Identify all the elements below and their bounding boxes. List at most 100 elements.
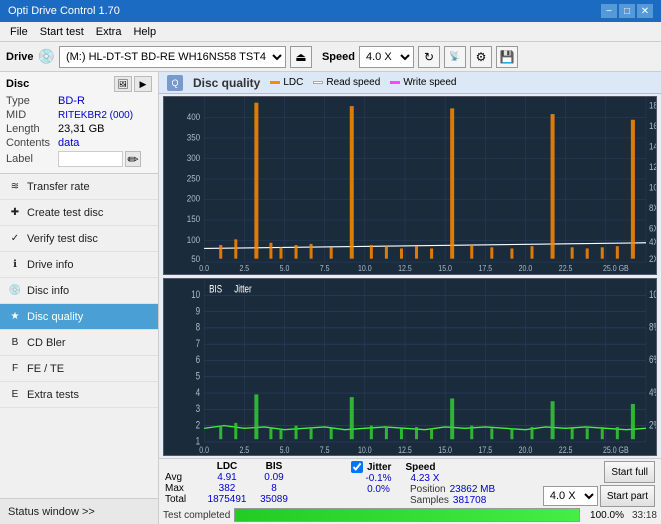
progress-text: 100.0% xyxy=(584,510,624,521)
svg-text:2.5: 2.5 xyxy=(239,443,249,454)
jitter-checkbox[interactable] xyxy=(351,461,363,473)
cd-bler-icon: B xyxy=(8,336,22,350)
menu-extra[interactable]: Extra xyxy=(90,24,128,40)
stats-speed-select[interactable]: 4.0 X xyxy=(543,486,598,506)
speed-col-header: Speed xyxy=(405,462,435,473)
svg-text:22.5: 22.5 xyxy=(559,443,573,454)
chart-title: Disc quality xyxy=(193,76,260,90)
sidebar: Disc 🖼 ▶ Type BD-R MID RITEKBR2 (000) Le… xyxy=(0,72,159,524)
app-title: Opti Drive Control 1.70 xyxy=(8,5,120,17)
svg-text:5.0: 5.0 xyxy=(280,443,290,454)
start-part-button[interactable]: Start part xyxy=(600,485,655,507)
svg-text:20.0: 20.0 xyxy=(519,264,533,274)
disc-panel: Disc 🖼 ▶ Type BD-R MID RITEKBR2 (000) Le… xyxy=(0,72,158,174)
charts-area: 400 350 300 250 200 150 100 50 18X 16X 1… xyxy=(159,94,661,458)
svg-text:2: 2 xyxy=(196,419,200,432)
disc-label-edit-button[interactable]: ✏ xyxy=(125,151,141,167)
avg-ldc: 4.91 xyxy=(202,472,252,483)
legend-ldc-label: LDC xyxy=(283,77,303,88)
bottom-bar: LDC BIS Avg 4.91 0.09 Max 382 8 Total xyxy=(159,458,661,524)
sidebar-item-disc-info[interactable]: 💿 Disc info xyxy=(0,278,158,304)
close-button[interactable]: ✕ xyxy=(637,4,653,18)
svg-text:10.0: 10.0 xyxy=(358,443,372,454)
disc-info-icon: 💿 xyxy=(8,284,22,298)
progress-bar xyxy=(234,508,580,522)
lower-chart-svg: 10 9 8 7 6 5 4 3 2 1 10% 8% xyxy=(164,279,656,456)
status-text: Test completed xyxy=(163,510,230,521)
disc-icon-btn-2[interactable]: ▶ xyxy=(134,76,152,92)
sidebar-item-transfer-rate[interactable]: ≋ Transfer rate xyxy=(0,174,158,200)
svg-text:50: 50 xyxy=(191,254,200,265)
sidebar-item-label-disc-info: Disc info xyxy=(27,285,69,297)
svg-text:10%: 10% xyxy=(649,288,656,301)
max-label: Max xyxy=(165,483,200,494)
svg-text:2%: 2% xyxy=(649,419,656,432)
position-value: 23862 MB xyxy=(450,484,496,495)
refresh-button[interactable]: ↻ xyxy=(418,46,440,68)
sidebar-item-drive-info[interactable]: ℹ Drive info xyxy=(0,252,158,278)
window-controls: − □ ✕ xyxy=(601,4,653,18)
upper-chart-svg: 400 350 300 250 200 150 100 50 18X 16X 1… xyxy=(164,97,656,274)
svg-text:25.0 GB: 25.0 GB xyxy=(603,443,629,454)
svg-text:2.5: 2.5 xyxy=(239,264,249,274)
sidebar-item-verify-test-disc[interactable]: ✓ Verify test disc xyxy=(0,226,158,252)
settings-button[interactable]: ⚙ xyxy=(470,46,492,68)
svg-text:4%: 4% xyxy=(649,386,656,399)
legend-read-speed-dot xyxy=(313,81,323,84)
eject-button[interactable]: ⏏ xyxy=(290,46,312,68)
svg-text:10.0: 10.0 xyxy=(358,264,372,274)
disc-panel-header: Disc 🖼 ▶ xyxy=(6,76,152,92)
disc-length-value: 23,31 GB xyxy=(58,123,104,135)
right-panel: Q Disc quality LDC Read speed Write spee… xyxy=(159,72,661,524)
disc-icon-btn-1[interactable]: 🖼 xyxy=(114,76,132,92)
menu-start-test[interactable]: Start test xyxy=(34,24,90,40)
svg-text:14X: 14X xyxy=(649,141,656,152)
disc-contents-row: Contents data xyxy=(6,137,152,149)
sidebar-item-label-transfer-rate: Transfer rate xyxy=(27,181,90,193)
minimize-button[interactable]: − xyxy=(601,4,617,18)
svg-text:200: 200 xyxy=(187,193,201,204)
max-jitter: 0.0% xyxy=(351,484,406,495)
sidebar-item-label-verify-test-disc: Verify test disc xyxy=(27,233,98,245)
drive-select[interactable]: (M:) HL-DT-ST BD-RE WH16NS58 TST4 xyxy=(59,46,286,68)
avg-speed: 4.23 X xyxy=(410,473,440,484)
maximize-button[interactable]: □ xyxy=(619,4,635,18)
menu-file[interactable]: File xyxy=(4,24,34,40)
svg-text:4X: 4X xyxy=(649,237,656,248)
svg-text:8: 8 xyxy=(196,321,200,334)
svg-text:Jitter: Jitter xyxy=(234,283,252,296)
svg-text:250: 250 xyxy=(187,173,201,184)
svg-text:12.5: 12.5 xyxy=(398,443,412,454)
svg-text:100: 100 xyxy=(187,234,201,245)
save-button[interactable]: 💾 xyxy=(496,46,518,68)
start-full-button[interactable]: Start full xyxy=(604,461,655,483)
sidebar-item-create-test-disc[interactable]: ✚ Create test disc xyxy=(0,200,158,226)
lower-chart: 10 9 8 7 6 5 4 3 2 1 10% 8% xyxy=(163,278,657,457)
disc-mid-label: MID xyxy=(6,109,58,121)
svg-text:9: 9 xyxy=(196,305,200,318)
sidebar-item-cd-bler[interactable]: B CD Bler xyxy=(0,330,158,356)
sidebar-item-disc-quality[interactable]: ★ Disc quality xyxy=(0,304,158,330)
disc-label-input[interactable] xyxy=(58,151,123,167)
verify-test-disc-icon: ✓ xyxy=(8,232,22,246)
disc-contents-value: data xyxy=(58,137,79,149)
create-test-disc-icon: ✚ xyxy=(8,206,22,220)
svg-text:5.0: 5.0 xyxy=(280,264,290,274)
menu-help[interactable]: Help xyxy=(127,24,162,40)
scan-button[interactable]: 📡 xyxy=(444,46,466,68)
position-label: Position xyxy=(410,484,446,495)
svg-text:350: 350 xyxy=(187,132,201,143)
disc-title: Disc xyxy=(6,78,29,90)
sidebar-item-extra-tests[interactable]: E Extra tests xyxy=(0,382,158,408)
svg-text:3: 3 xyxy=(196,402,200,415)
status-window-button[interactable]: Status window >> xyxy=(0,498,158,524)
speed-select[interactable]: 4.0 X 1.0 X 2.0 X 6.0 X 8.0 X xyxy=(359,46,414,68)
sidebar-item-label-cd-bler: CD Bler xyxy=(27,337,66,349)
sidebar-item-fe-te[interactable]: F FE / TE xyxy=(0,356,158,382)
svg-text:15.0: 15.0 xyxy=(438,264,452,274)
legend-ldc: LDC xyxy=(270,77,303,88)
avg-label: Avg xyxy=(165,472,200,483)
extra-tests-icon: E xyxy=(8,388,22,402)
legend-write-speed: Write speed xyxy=(390,77,456,88)
legend-read-speed-label: Read speed xyxy=(326,77,380,88)
